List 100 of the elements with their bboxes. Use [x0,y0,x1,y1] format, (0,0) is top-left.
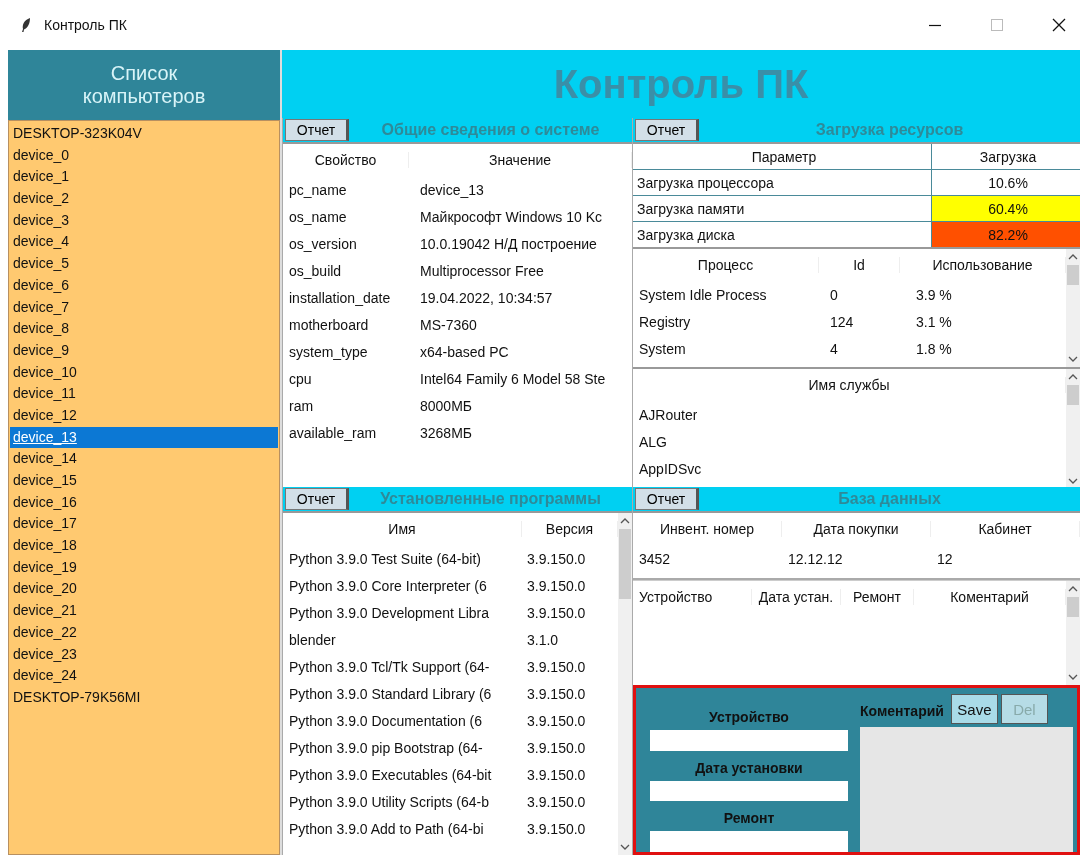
computer-item[interactable]: device_22 [10,621,278,644]
report-button[interactable]: Отчет [285,119,349,141]
column-header[interactable]: Свойство [283,152,409,168]
table-cell-text: os_build [288,262,343,279]
column-header[interactable]: Значение [409,152,632,168]
column-header[interactable]: Кабинет [931,521,1080,537]
scroll-thumb[interactable] [1067,597,1079,617]
scroll-thumb[interactable] [619,529,631,599]
table-cell-text: ram [288,397,315,414]
scroll-up-icon[interactable] [620,517,630,525]
input-field[interactable] [650,780,848,802]
sidebar-title: Список компьютеров [8,50,280,120]
scrollbar[interactable] [618,513,632,855]
scroll-up-icon[interactable] [1068,585,1078,593]
input-field[interactable] [650,730,848,751]
table-cell-text: 3.9.150.0 [526,550,587,567]
computer-item[interactable]: device_3 [10,209,278,232]
table-cell-text: 0 [829,286,839,303]
column-header[interactable]: Процесс [633,257,819,273]
table-cell-text: AppIDSvc [638,460,702,477]
column-header[interactable]: Инвент. номер [633,521,782,537]
computer-item[interactable]: device_8 [10,318,278,340]
input-field[interactable] [650,831,848,852]
scrollbar[interactable] [1066,249,1080,367]
close-icon[interactable] [1052,18,1066,32]
table-cell-text: Registry [638,313,692,330]
table-cell-text: os_version [288,235,358,252]
computer-item[interactable]: device_17 [10,513,278,536]
field-label: Коментарий [860,702,944,720]
table-cell-text: 3.9.150.0 [526,820,587,837]
computer-item[interactable]: device_10 [10,361,278,384]
table-cell-text: blender [288,631,337,648]
window-title: Контроль ПК [44,17,127,33]
form-button[interactable]: Save [950,694,998,724]
scroll-up-icon[interactable] [1068,373,1078,381]
computer-item[interactable]: device_15 [10,470,278,492]
scroll-down-icon[interactable] [1068,477,1078,485]
column-header[interactable]: Имя [283,521,522,537]
computer-item[interactable]: DESKTOP-79K56MI [10,686,278,709]
column-header[interactable]: Устройство [633,589,752,605]
table-cell-text: system_type [288,343,369,360]
computer-item[interactable]: device_21 [10,600,278,622]
scrollbar[interactable] [1066,369,1080,487]
maximize-icon[interactable] [990,18,1004,32]
computer-item[interactable]: device_4 [10,231,278,254]
table-cell-text: 12.12.12 [787,550,844,567]
column-header[interactable]: Дата покупки [782,521,931,537]
column-header[interactable]: Дата устан. [752,589,841,605]
computer-item[interactable]: device_16 [10,491,278,514]
table-cell-text: device_13 [419,181,485,198]
computer-item[interactable]: device_23 [10,643,278,666]
report-button[interactable]: Отчет [635,119,699,141]
computer-item[interactable]: DESKTOP-323K04V [10,123,278,145]
scroll-thumb[interactable] [1067,385,1079,405]
computer-item[interactable]: device_6 [10,274,278,297]
comment-field[interactable] [860,727,1073,852]
app-title: Контроль ПК [553,61,809,107]
table-cell-text: 3.9.150.0 [526,766,587,783]
table-cell-text: Python 3.9.0 pip Bootstrap (64- [288,739,484,756]
panel-title: Установленные программы [379,490,602,508]
column-header[interactable]: Id [819,257,900,273]
table-cell-text: 3.9.150.0 [526,712,587,729]
load-value: 60.4% [932,196,1080,221]
computer-item[interactable]: device_12 [10,404,278,427]
field-label: Ремонт [722,809,776,828]
scrollbar[interactable] [1066,581,1080,685]
report-button[interactable]: Отчет [285,488,349,510]
computer-item[interactable]: device_5 [10,253,278,275]
report-button[interactable]: Отчет [635,488,699,510]
table-cell-text: 3.9 % [915,286,953,303]
scroll-down-icon[interactable] [620,843,630,851]
computer-item[interactable]: device_13 [10,426,278,449]
column-header[interactable]: Ремонт [841,589,914,605]
computer-item[interactable]: device_19 [10,556,278,579]
scroll-down-icon[interactable] [1068,355,1078,363]
table-cell-text: 3.9.150.0 [526,604,587,621]
table-cell-text: Multiprocessor Free [419,262,545,279]
table-cell-text: Python 3.9.0 Test Suite (64-bit) [288,550,482,567]
scroll-up-icon[interactable] [1068,253,1078,261]
computer-item[interactable]: device_1 [10,166,278,189]
computer-item[interactable]: device_20 [10,578,278,601]
computer-item[interactable]: device_11 [10,383,278,405]
table-cell-text: 8000МБ [419,397,473,414]
table-cell-text: Python 3.9.0 Utility Scripts (64-b [288,793,490,810]
table-cell-text: motherboard [288,316,370,333]
scroll-thumb[interactable] [1067,265,1079,285]
computer-item[interactable]: device_2 [10,188,278,210]
table-cell-text: MS-7360 [419,316,478,333]
computer-item[interactable]: device_7 [10,296,278,319]
table-cell-text: 1.8 % [915,340,953,357]
table-cell-text: pc_name [288,181,348,198]
computer-item[interactable]: device_9 [10,339,278,362]
computer-item[interactable]: device_24 [10,665,278,687]
table-cell-text: 3.1 % [915,313,953,330]
scroll-down-icon[interactable] [1068,673,1078,681]
table-cell-text: x64-based PC [419,343,510,360]
computer-item[interactable]: device_18 [10,535,278,557]
table-cell-text: System [638,340,687,357]
computer-item[interactable]: device_14 [10,448,278,470]
computer-item[interactable]: device_0 [10,144,278,167]
